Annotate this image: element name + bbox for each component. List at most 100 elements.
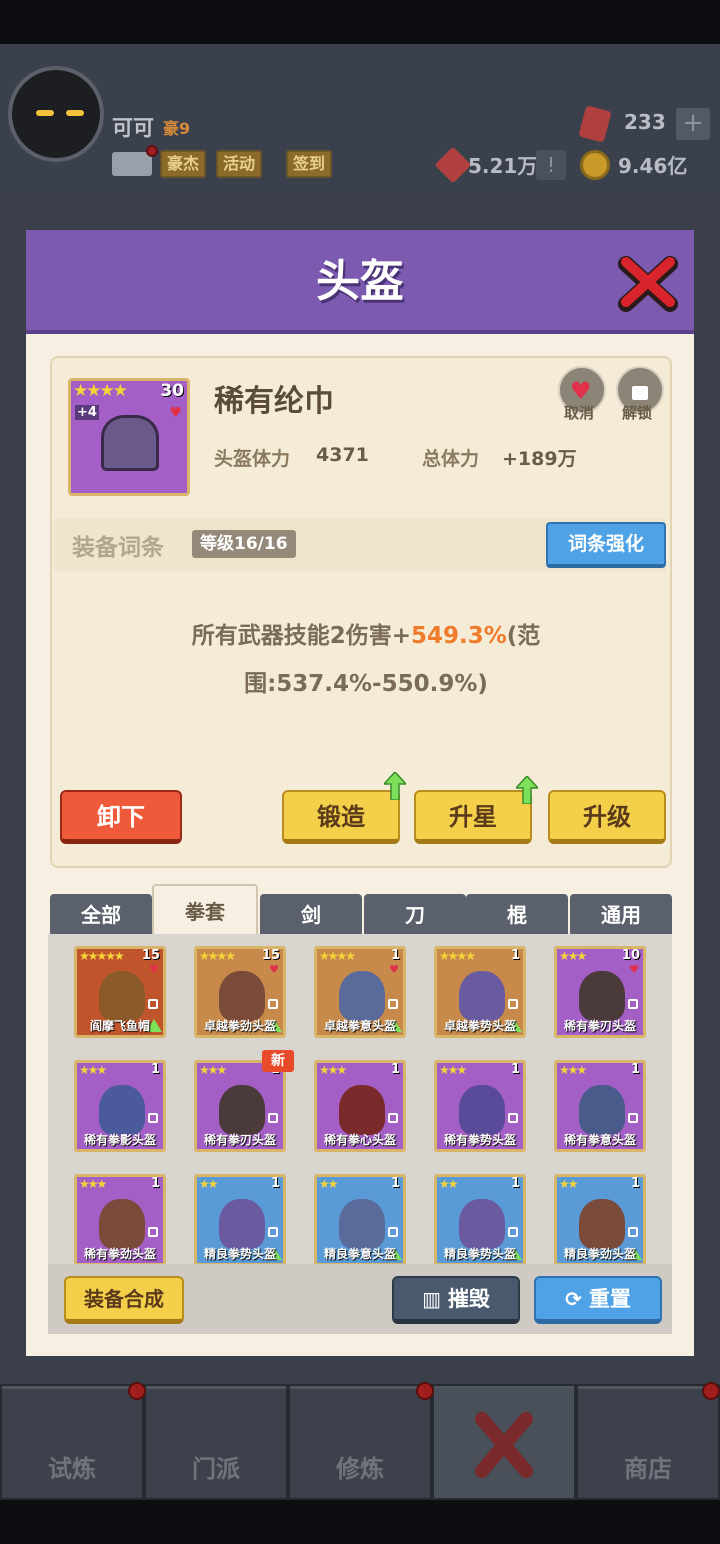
item-name: 精良拳劲头盔 bbox=[563, 1247, 636, 1261]
item-stars: ★★ bbox=[559, 1177, 578, 1191]
item-plus: +4 bbox=[75, 405, 99, 420]
tab-staff[interactable]: 棍 bbox=[466, 894, 568, 936]
item-level: 1 bbox=[270, 1176, 280, 1191]
heart-icon: ♥ bbox=[149, 963, 159, 976]
system-nav-bar bbox=[0, 1500, 720, 1544]
helmet-icon bbox=[219, 971, 265, 1021]
helmet-icon bbox=[579, 971, 625, 1021]
item-level: 1 bbox=[390, 1062, 400, 1077]
inventory-item[interactable]: ★★★ 1 稀有拳影头盔 bbox=[74, 1060, 166, 1152]
item-stars: ★★ bbox=[199, 1177, 218, 1191]
lock-icon bbox=[388, 999, 398, 1009]
item-level: 1 bbox=[390, 948, 400, 963]
inventory-item[interactable]: ★★★ 1 稀有拳心头盔 bbox=[314, 1060, 406, 1152]
lock-icon bbox=[388, 1113, 398, 1123]
item-level: 1 bbox=[510, 948, 520, 963]
helmet-icon bbox=[459, 971, 505, 1021]
helmet-icon bbox=[459, 1085, 505, 1135]
player-avatar[interactable] bbox=[8, 66, 104, 162]
affix-enhance-button[interactable]: 词条强化 bbox=[546, 522, 666, 568]
inventory-item[interactable]: ★★★★ 1 卓越拳势头盔 bbox=[434, 946, 526, 1038]
synthesize-button[interactable]: 装备合成 bbox=[64, 1276, 184, 1324]
lock-icon bbox=[268, 1113, 278, 1123]
helmet-stamina-value: 4371 bbox=[316, 444, 369, 466]
helmet-icon bbox=[459, 1199, 505, 1249]
nav-sect[interactable]: 门派 bbox=[146, 1386, 286, 1498]
info-icon[interactable]: ! bbox=[536, 150, 566, 180]
heart-icon: ♥ bbox=[169, 405, 182, 421]
affix-value: 549.3% bbox=[410, 623, 507, 649]
refresh-icon: ⟳ bbox=[565, 1287, 589, 1311]
item-name: 稀有纶巾 bbox=[214, 384, 334, 419]
item-stars: ★★★ bbox=[439, 1063, 467, 1077]
helmet-icon bbox=[219, 1199, 265, 1249]
inventory-item[interactable]: ★★★ 1 稀有拳劲头盔 bbox=[74, 1174, 166, 1264]
tab-sword[interactable]: 剑 bbox=[260, 894, 362, 936]
mail-notification-dot bbox=[146, 145, 158, 157]
gold-coin-icon bbox=[580, 150, 610, 180]
nav-cultivate-dot bbox=[416, 1382, 434, 1400]
trash-icon: ▥ bbox=[422, 1287, 448, 1311]
inventory-item[interactable]: ★★★ 1 稀有拳意头盔 bbox=[554, 1060, 646, 1152]
item-level: 1 bbox=[150, 1062, 160, 1077]
player-name: 可可 bbox=[112, 116, 154, 140]
mail-icon[interactable] bbox=[112, 152, 152, 176]
inventory-item[interactable]: ★★★ 10 ♥ 稀有拳刃头盔 bbox=[554, 946, 646, 1038]
item-name: 稀有拳影头盔 bbox=[83, 1133, 156, 1147]
inventory-item[interactable]: ★★★1稀有拳刃头盔 bbox=[194, 1060, 286, 1152]
inventory-grid: ★★★★★ 15 ♥ 阎摩飞鱼帽 ★★★★ 15 ♥ 卓越拳劲头盔 ★★★★ 1 ♥ 卓越拳意头盔 ★★… bbox=[48, 934, 672, 1264]
inventory-item[interactable]: ★★★ 1 稀有拳势头盔 bbox=[434, 1060, 526, 1152]
upgrade-button[interactable]: 升级 bbox=[548, 790, 666, 844]
tag-activity[interactable]: 活动 bbox=[216, 150, 263, 178]
helmet-icon bbox=[99, 1085, 145, 1135]
tab-blade[interactable]: 刀 bbox=[364, 894, 466, 936]
tab-gauntlet[interactable]: 拳套 bbox=[152, 884, 258, 936]
inventory-item[interactable]: ★★★★ 15 ♥ 卓越拳劲头盔 bbox=[194, 946, 286, 1038]
inventory-item[interactable]: ★★ 1 精良拳势头盔 bbox=[194, 1174, 286, 1264]
affix-level-badge: 等级16/16 bbox=[192, 530, 296, 558]
item-stars: ★★★★ bbox=[439, 949, 476, 963]
item-level: 1 bbox=[390, 1176, 400, 1191]
inventory-item[interactable]: ★★ 1 精良拳势头盔 bbox=[434, 1174, 526, 1264]
inventory-item[interactable]: ★★ 1 精良拳意头盔 bbox=[314, 1174, 406, 1264]
nav-trial[interactable]: 试炼 bbox=[2, 1386, 142, 1498]
nav-cultivate[interactable]: 修炼 bbox=[290, 1386, 430, 1498]
heart-icon: ♥ bbox=[629, 963, 639, 976]
reset-button[interactable]: ⟳ 重置 bbox=[534, 1276, 662, 1324]
tag-haojie[interactable]: 豪杰 bbox=[160, 150, 207, 178]
tag-checkin[interactable]: 签到 bbox=[286, 150, 333, 178]
tab-general[interactable]: 通用 bbox=[570, 894, 672, 936]
star-up-button[interactable]: 升星 bbox=[414, 790, 532, 844]
item-stars: ★★★ bbox=[79, 1177, 107, 1191]
helmet-icon bbox=[99, 971, 145, 1021]
forge-button[interactable]: 锻造 bbox=[282, 790, 400, 844]
add-gems-button[interactable]: + bbox=[676, 108, 710, 140]
item-stars: ★★★★★ bbox=[79, 949, 125, 963]
item-name: 精良拳势头盔 bbox=[203, 1247, 276, 1261]
helmet-icon bbox=[339, 1199, 385, 1249]
item-level: 1 bbox=[510, 1062, 520, 1077]
item-level: 15 bbox=[141, 948, 160, 963]
lock-icon bbox=[628, 999, 638, 1009]
helmet-icon bbox=[579, 1199, 625, 1249]
item-stars: ★★★ bbox=[559, 949, 587, 963]
nav-close[interactable] bbox=[434, 1386, 574, 1498]
inventory-item[interactable]: ★★ 1 精良拳劲头盔 bbox=[554, 1174, 646, 1264]
total-stamina-label: 总体力 bbox=[422, 448, 480, 470]
tab-all[interactable]: 全部 bbox=[50, 894, 152, 936]
unequip-button[interactable]: 卸下 bbox=[60, 790, 182, 844]
item-name: 卓越拳劲头盔 bbox=[203, 1019, 276, 1033]
category-tabs: 全部 拳套 剑 刀 棍 通用 bbox=[50, 884, 672, 936]
item-level: 1 bbox=[150, 1176, 160, 1191]
close-button[interactable] bbox=[616, 254, 680, 314]
affix-title: 装备词条 bbox=[72, 535, 164, 561]
item-name: 卓越拳意头盔 bbox=[323, 1019, 396, 1033]
item-stars: ★★★★ bbox=[319, 949, 356, 963]
inventory-item[interactable]: ★★★★★ 15 ♥ 阎摩飞鱼帽 bbox=[74, 946, 166, 1038]
forge-up-arrow-icon bbox=[384, 772, 406, 800]
lock-icon bbox=[508, 1113, 518, 1123]
inventory-item[interactable]: ★★★★ 1 ♥ 卓越拳意头盔 bbox=[314, 946, 406, 1038]
destroy-button[interactable]: ▥ 摧毁 bbox=[392, 1276, 520, 1324]
nav-shop[interactable]: 商店 bbox=[578, 1386, 718, 1498]
helmet-modal: 头盔 ★★★★ 30 +4 ♥ 稀有纶巾 头盔体力 4371 总体力 +189万… bbox=[26, 230, 694, 1356]
